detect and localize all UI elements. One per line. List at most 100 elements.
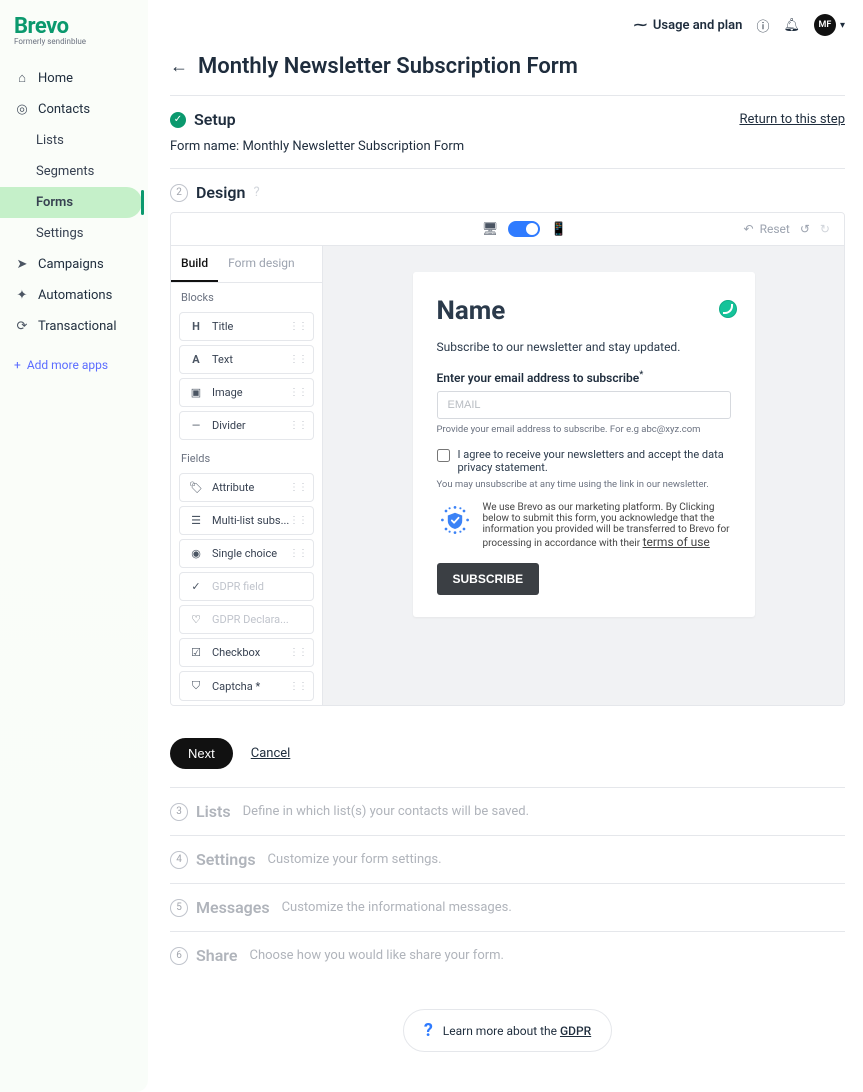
block-title[interactable]: HTitle⋮⋮ <box>179 312 314 341</box>
view-toggle[interactable] <box>508 221 540 237</box>
grip-icon: ⋮⋮ <box>289 387 307 398</box>
sidebar-item-contacts[interactable]: ◎ Contacts <box>0 94 148 125</box>
return-to-step-link[interactable]: Return to this step <box>739 112 845 127</box>
automation-icon: ✦ <box>14 288 30 303</box>
step-lists[interactable]: 3 Lists Define in which list(s) your con… <box>170 788 845 836</box>
preview-unsubscribe-note: You may unsubscribe at any time using th… <box>437 478 731 491</box>
brand-name: Brevo <box>14 14 134 39</box>
back-button[interactable]: ← <box>170 56 188 77</box>
block-image[interactable]: ▣Image⋮⋮ <box>179 378 314 407</box>
list-icon: ☰ <box>188 514 204 527</box>
gdpr-link[interactable]: GDPR <box>560 1024 591 1038</box>
sidebar-item-transactional[interactable]: ⟳ Transactional <box>0 311 148 342</box>
step-desc: Customize your form settings. <box>268 852 442 867</box>
grammarly-icon[interactable] <box>719 300 737 318</box>
field-gdpr-declaration: ♡GDPR Declara... <box>179 605 314 634</box>
sidebar-item-segments[interactable]: Segments <box>0 156 148 187</box>
preview-consent-row[interactable]: I agree to receive your newsletters and … <box>437 448 731 474</box>
step-title: Lists <box>196 802 231 821</box>
grip-icon: ⋮⋮ <box>289 321 307 332</box>
desktop-view-icon[interactable]: 🖥 <box>482 222 499 237</box>
home-icon: ⌂ <box>14 70 30 86</box>
reset-button[interactable]: ↶ Reset <box>744 222 790 236</box>
sidebar-item-home[interactable]: ⌂ Home <box>0 62 148 94</box>
preview-consent-checkbox[interactable] <box>437 449 450 462</box>
contacts-icon: ◎ <box>14 102 30 117</box>
step-title: Design <box>196 183 245 202</box>
chevron-down-icon: ▾ <box>840 20 845 31</box>
grip-icon: ⋮⋮ <box>289 420 307 431</box>
field-checkbox[interactable]: ☑Checkbox⋮⋮ <box>179 638 314 667</box>
field-single-choice[interactable]: ◉Single choice⋮⋮ <box>179 539 314 568</box>
heading-icon: H <box>188 320 204 333</box>
sidebar-item-automations[interactable]: ✦ Automations <box>0 280 148 311</box>
grip-icon: ⋮⋮ <box>289 482 307 493</box>
field-multilist[interactable]: ☰Multi-list subs...⋮⋮ <box>179 506 314 535</box>
sidebar-item-lists[interactable]: Lists <box>0 125 148 156</box>
undo-history-icon[interactable]: ↺ <box>800 222 810 236</box>
preview-email-label[interactable]: Enter your email address to subscribe* <box>437 370 731 385</box>
add-more-apps-link[interactable]: + Add more apps <box>0 342 148 388</box>
question-icon: ? <box>424 1020 433 1041</box>
gdpr-help-pill[interactable]: ? Learn more about the GDPR <box>403 1009 612 1052</box>
grip-icon: ⋮⋮ <box>289 647 307 658</box>
grip-icon: ⋮⋮ <box>289 354 307 365</box>
checkbox-icon: ☑ <box>188 646 204 659</box>
help-icon[interactable]: ⓘ <box>756 16 769 35</box>
step-desc: Customize the informational messages. <box>282 900 512 915</box>
form-name-row: Form name: Monthly Newsletter Subscripti… <box>170 129 845 154</box>
repeat-icon: ⟳ <box>14 319 30 334</box>
field-gdpr: ✓GDPR field <box>179 572 314 601</box>
brand-logo[interactable]: Brevo Formerly sendinblue <box>0 14 148 48</box>
tab-form-design[interactable]: Form design <box>218 246 305 282</box>
preview-subscribe-button[interactable]: SUBSCRIBE <box>437 563 540 595</box>
plus-icon: + <box>14 358 21 372</box>
form-preview: Name Subscribe to our newsletter and sta… <box>413 272 755 617</box>
image-icon: ▣ <box>188 386 204 399</box>
step-share[interactable]: 6 Share Choose how you would like share … <box>170 932 845 979</box>
shield-icon: ✓ <box>188 580 204 593</box>
sidebar-item-campaigns[interactable]: ➤ Campaigns <box>0 249 148 280</box>
check-icon: ✓ <box>170 112 186 128</box>
tab-build[interactable]: Build <box>171 246 218 282</box>
preview-email-input[interactable] <box>437 391 731 419</box>
block-text[interactable]: AText⋮⋮ <box>179 345 314 374</box>
step-actions: Next Cancel <box>170 720 845 788</box>
form-canvas[interactable]: Name Subscribe to our newsletter and sta… <box>323 246 844 705</box>
next-button[interactable]: Next <box>170 738 233 769</box>
captcha-icon: ⛉ <box>188 679 204 693</box>
design-toolbar: 🖥 📱 ↶ Reset ↺ ↻ <box>171 213 844 246</box>
preview-subtitle[interactable]: Subscribe to our newsletter and stay upd… <box>437 340 731 354</box>
block-divider[interactable]: —Divider⋮⋮ <box>179 411 314 440</box>
divider-icon: — <box>188 419 204 432</box>
sidebar-item-label: Home <box>38 71 73 86</box>
field-attribute[interactable]: 🏷Attribute⋮⋮ <box>179 473 314 502</box>
text-icon: A <box>188 353 204 366</box>
field-captcha[interactable]: ⛉Captcha *⋮⋮ <box>179 671 314 701</box>
mobile-view-icon[interactable]: 📱 <box>550 222 566 237</box>
account-menu[interactable]: MF ▾ <box>814 14 845 36</box>
step-setup: ✓ Setup Return to this step Form name: M… <box>170 96 845 169</box>
step-messages[interactable]: 5 Messages Customize the informational m… <box>170 884 845 932</box>
activity-icon: ⁓ <box>634 18 647 33</box>
sidebar-item-forms[interactable]: Forms <box>0 187 142 218</box>
undo-icon: ↶ <box>744 222 754 236</box>
info-icon[interactable]: ? <box>253 185 259 200</box>
redo-history-icon[interactable]: ↻ <box>820 222 830 236</box>
step-design: 2 Design ? 🖥 📱 ↶ Reset <box>170 169 845 720</box>
sidebar-item-settings[interactable]: Settings <box>0 218 148 249</box>
notifications-icon[interactable]: 🔔︎ <box>783 18 800 33</box>
step-desc: Choose how you would like share your for… <box>250 948 504 963</box>
usage-and-plan-link[interactable]: ⁓ Usage and plan <box>634 18 743 33</box>
cancel-button[interactable]: Cancel <box>251 746 291 761</box>
brand-tagline: Formerly sendinblue <box>14 37 134 46</box>
sidebar: Brevo Formerly sendinblue ⌂ Home ◎ Conta… <box>0 0 148 1092</box>
shield-outline-icon: ♡ <box>188 613 204 626</box>
topbar: ⁓ Usage and plan ⓘ 🔔︎ MF ▾ <box>170 0 845 44</box>
terms-of-use-link[interactable]: terms of use <box>643 535 710 549</box>
step-settings[interactable]: 4 Settings Customize your form settings. <box>170 836 845 884</box>
sidebar-item-label: Contacts <box>38 102 90 117</box>
preview-title[interactable]: Name <box>437 296 731 326</box>
step-number: 5 <box>170 899 188 917</box>
builder-panel: Build Form design Blocks HTitle⋮⋮ AText⋮… <box>171 246 323 705</box>
